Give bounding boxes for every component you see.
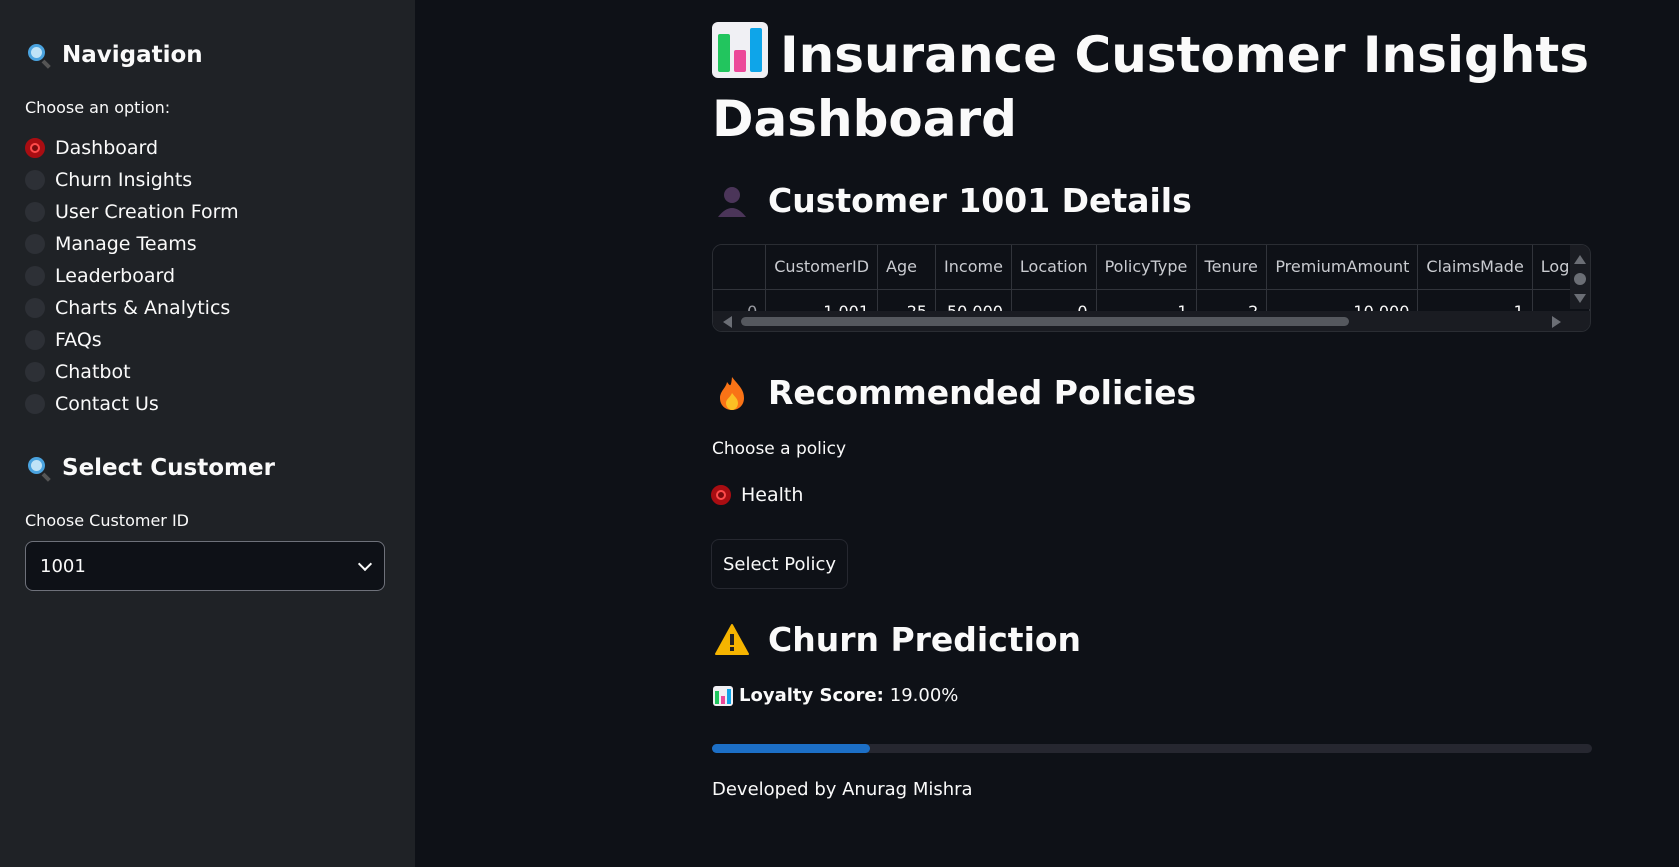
nav-item-user-creation-form[interactable]: User Creation Form — [25, 196, 239, 228]
policy-prompt: Choose a policy — [712, 439, 847, 459]
recommended-policies-heading: Recommended Policies — [714, 373, 1196, 412]
scroll-thumb[interactable] — [1574, 273, 1586, 285]
table-header[interactable]: Location — [1011, 245, 1097, 290]
table-header[interactable]: PremiumAmount — [1266, 245, 1419, 290]
churn-prediction-heading: Churn Prediction — [714, 620, 1081, 659]
radio-icon — [25, 394, 45, 414]
customer-id-value: 1001 — [40, 555, 86, 577]
radio-icon — [25, 266, 45, 286]
nav-item-contact-us[interactable]: Contact Us — [25, 388, 239, 420]
radio-icon — [25, 202, 45, 222]
scroll-left-icon[interactable] — [723, 316, 732, 328]
nav-item-label: Churn Insights — [55, 169, 193, 191]
navigation-heading-text: Navigation — [62, 42, 203, 68]
radio-icon — [25, 362, 45, 382]
nav-item-churn-insights[interactable]: Churn Insights — [25, 164, 239, 196]
customer-details-heading-text: Customer 1001 Details — [768, 181, 1192, 220]
loyalty-score-label: Loyalty Score: — [739, 685, 884, 706]
recommended-policies-heading-text: Recommended Policies — [768, 373, 1197, 412]
nav-item-leaderboard[interactable]: Leaderboard — [25, 260, 239, 292]
sidebar: Navigation Choose an option: Dashboard C… — [0, 0, 415, 867]
loyalty-score-value: 19.00% — [889, 685, 959, 706]
magnifier-icon — [26, 42, 52, 69]
navigation-heading: Navigation — [26, 42, 203, 69]
magnifier-icon — [26, 455, 52, 482]
select-customer-heading-text: Select Customer — [62, 455, 275, 481]
table-header[interactable]: Income — [935, 245, 1012, 290]
loyalty-progress-bar — [712, 744, 1592, 753]
nav-item-faqs[interactable]: FAQs — [25, 324, 239, 356]
chevron-down-icon — [357, 556, 373, 571]
nav-radio-group: Dashboard Churn Insights User Creation F… — [25, 132, 239, 420]
nav-item-dashboard[interactable]: Dashboard — [25, 132, 239, 164]
bar-chart-icon — [712, 22, 768, 78]
radio-icon — [25, 330, 45, 350]
page-title: Insurance Customer Insights Dashboard — [712, 22, 1612, 151]
nav-item-charts-analytics[interactable]: Charts & Analytics — [25, 292, 239, 324]
loyalty-progress-fill — [712, 744, 871, 753]
nav-item-manage-teams[interactable]: Manage Teams — [25, 228, 239, 260]
table-header[interactable]: PolicyType — [1096, 245, 1197, 290]
nav-item-label: Chatbot — [55, 361, 131, 383]
policy-option-health[interactable]: Health — [711, 479, 803, 511]
nav-item-label: Contact Us — [55, 393, 159, 415]
select-customer-heading: Select Customer — [26, 455, 275, 482]
customer-details-heading: Customer 1001 Details — [714, 181, 1192, 220]
table-header-row: CustomerID Age Income Location PolicyTyp… — [713, 245, 1590, 290]
nav-item-label: FAQs — [55, 329, 102, 351]
policy-option-label: Health — [741, 484, 804, 506]
customer-id-prompt: Choose Customer ID — [25, 511, 189, 530]
nav-item-label: Charts & Analytics — [55, 297, 231, 319]
table-header[interactable]: ClaimsMade — [1417, 245, 1533, 290]
nav-item-label: User Creation Form — [55, 201, 239, 223]
nav-item-chatbot[interactable]: Chatbot — [25, 356, 239, 388]
customer-id-select[interactable]: 1001 — [25, 541, 385, 591]
loyalty-score: Loyalty Score: 19.00% — [713, 685, 958, 706]
nav-prompt: Choose an option: — [25, 98, 171, 117]
table-header-index — [713, 245, 767, 290]
warning-icon — [714, 622, 750, 658]
radio-icon — [25, 170, 45, 190]
table-header[interactable]: Age — [877, 245, 937, 290]
scroll-down-icon[interactable] — [1574, 294, 1586, 303]
scroll-thumb[interactable] — [741, 317, 1349, 326]
churn-prediction-heading-text: Churn Prediction — [768, 620, 1082, 659]
select-policy-button[interactable]: Select Policy — [711, 539, 848, 589]
scroll-right-icon[interactable] — [1552, 316, 1561, 328]
person-silhouette-icon — [714, 183, 750, 219]
customer-data-table[interactable]: CustomerID Age Income Location PolicyTyp… — [712, 244, 1591, 332]
horizontal-scrollbar[interactable] — [713, 311, 1590, 331]
radio-icon — [25, 298, 45, 318]
footer-credit: Developed by Anurag Mishra — [712, 779, 973, 800]
table-header[interactable]: Tenure — [1196, 245, 1268, 290]
radio-selected-icon — [711, 485, 731, 505]
nav-item-label: Leaderboard — [55, 265, 176, 287]
bar-chart-icon — [713, 685, 733, 706]
scroll-up-icon[interactable] — [1574, 255, 1586, 264]
nav-item-label: Dashboard — [55, 137, 159, 159]
nav-item-label: Manage Teams — [55, 233, 197, 255]
fire-icon — [714, 375, 750, 411]
page-title-text: Insurance Customer Insights Dashboard — [712, 26, 1590, 148]
vertical-scrollbar[interactable] — [1570, 245, 1590, 309]
table-header[interactable]: CustomerID — [765, 245, 879, 290]
radio-selected-icon — [25, 138, 45, 158]
radio-icon — [25, 234, 45, 254]
